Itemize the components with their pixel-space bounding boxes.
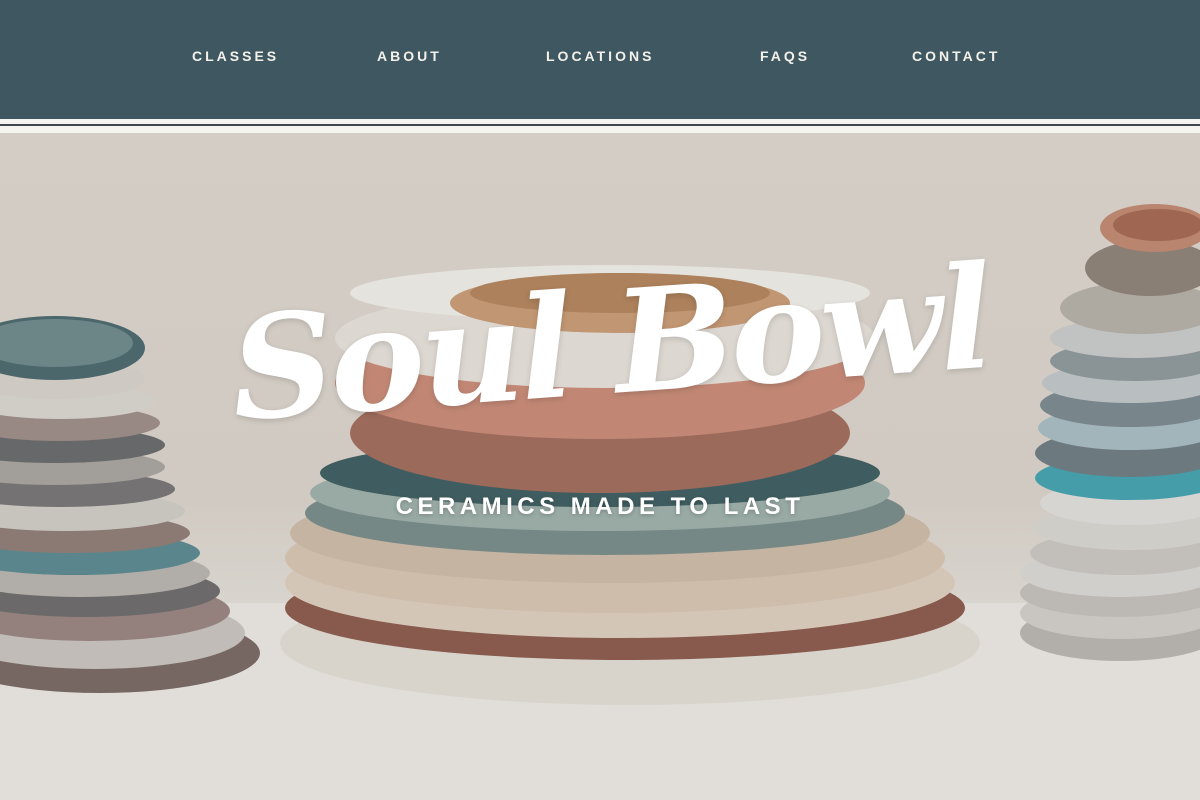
- nav-item-contact[interactable]: CONTACT: [912, 48, 1000, 64]
- hero-tagline: CERAMICS MADE TO LAST: [395, 493, 805, 520]
- hero-ceramics-photo: [0, 204, 1200, 800]
- nav-divider-line: [0, 124, 1200, 126]
- hero-banner: Soul Bowl CERAMICS MADE TO LAST: [0, 133, 1200, 800]
- top-navigation-bar: CLASSES ABOUT LOCATIONS FAQS CONTACT: [0, 0, 1200, 119]
- right-plate-stack: [1020, 204, 1200, 661]
- nav-item-faqs[interactable]: FAQS: [760, 48, 810, 64]
- nav-item-locations[interactable]: LOCATIONS: [546, 48, 654, 64]
- nav-item-classes[interactable]: CLASSES: [192, 48, 279, 64]
- left-plate-stack: [0, 316, 260, 693]
- nav-divider: [0, 119, 1200, 133]
- nav-item-about[interactable]: ABOUT: [377, 48, 442, 64]
